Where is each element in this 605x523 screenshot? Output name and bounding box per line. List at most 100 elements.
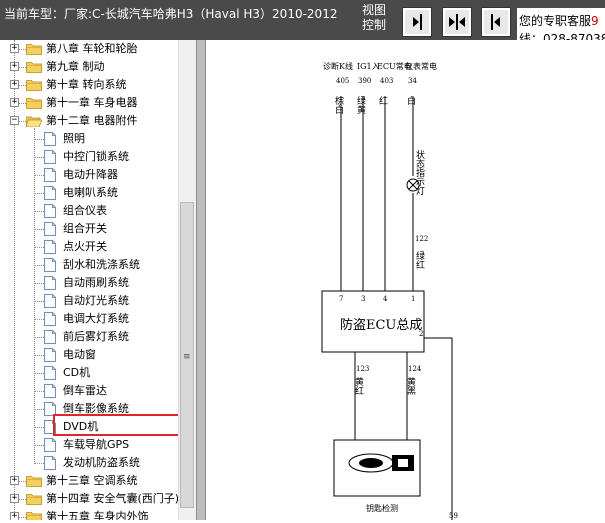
tree-chapter[interactable]: + 第十三章 空调系统 xyxy=(0,472,180,490)
tree-item[interactable]: 组合仪表 xyxy=(0,202,180,220)
nav-prev-button[interactable] xyxy=(481,7,511,37)
tree-connector xyxy=(34,211,44,212)
tree-connector xyxy=(34,409,44,410)
tree-chapter[interactable]: + 第十一章 车身电器 xyxy=(0,94,180,112)
tree-item[interactable]: 电调大灯系统 xyxy=(0,310,180,328)
expand-icon[interactable]: + xyxy=(10,494,19,503)
expand-icon[interactable]: + xyxy=(10,44,19,53)
wire-color-4: 白 xyxy=(405,95,415,105)
tree-connector xyxy=(34,355,44,356)
tree-item-label: CD机 xyxy=(63,366,91,379)
document-icon xyxy=(44,132,56,146)
wire-id-403: 403 xyxy=(380,77,393,85)
folder-icon xyxy=(26,475,42,487)
wire-id-124: 124 xyxy=(408,365,422,373)
folder-open-icon xyxy=(25,115,43,128)
document-icon xyxy=(44,312,56,326)
nav-next-button[interactable] xyxy=(402,7,432,37)
tree-connector xyxy=(34,337,44,338)
document-icon xyxy=(44,168,56,182)
document-icon xyxy=(44,384,56,398)
current-car-model: 当前车型：厂家:C-长城汽车哈弗H3（Haval H3）2010-2012 xyxy=(4,7,338,21)
tree-item-label: 刮水和洗涤系统 xyxy=(63,258,140,271)
tree-item[interactable]: 组合开关 xyxy=(0,220,180,238)
expand-icon[interactable]: + xyxy=(10,80,19,89)
wire-color-1: 棕白 xyxy=(333,95,344,114)
ecu-title: 防盗ECU总成 xyxy=(340,317,422,333)
tree-connector xyxy=(34,157,44,158)
tree-chapter-label: 第十一章 车身电器 xyxy=(46,96,138,109)
tree-item-label: 自动灯光系统 xyxy=(63,294,129,307)
ecu-pin-4: 4 xyxy=(383,295,388,303)
tree-item-label: 照明 xyxy=(63,132,85,145)
tree-item[interactable]: 点火开关 xyxy=(0,238,180,256)
tree-item[interactable]: 电喇叭系统 xyxy=(0,184,180,202)
tree-connector xyxy=(34,193,44,194)
pin-59: 59 xyxy=(449,512,458,520)
tree-connector xyxy=(34,373,44,374)
tree-connector xyxy=(34,427,44,428)
panel-splitter[interactable] xyxy=(196,40,206,520)
document-icon xyxy=(44,186,56,200)
tree-chapter[interactable]: + 第九章 制动 xyxy=(0,58,180,76)
tree-connector xyxy=(34,175,44,176)
tree-item[interactable]: 自动雨刷系统 xyxy=(0,274,180,292)
tree-item-label: 前后雾灯系统 xyxy=(63,330,129,343)
view-control-label: 视图控制 xyxy=(362,3,387,32)
status-lamp-label: 状态指示灯 xyxy=(414,149,425,196)
tree-connector xyxy=(34,463,44,464)
tree-scrollbar[interactable]: ≡ xyxy=(178,40,196,520)
wire-color-124: 黄黑 xyxy=(405,376,416,396)
service-title: 您的专职客服 xyxy=(519,14,592,28)
customer-service-panel: 您的专职客服9 线：028-87038 xyxy=(517,8,605,40)
service-accent: 9 xyxy=(591,14,599,28)
arrow-right-icon xyxy=(413,14,422,30)
expand-icon[interactable]: + xyxy=(10,476,19,485)
tree-chapter-label: 第十四章 安全气囊(西门子) xyxy=(46,492,180,505)
ecu-pin-7: 7 xyxy=(339,295,343,303)
tree-item[interactable]: 倒车雷达 xyxy=(0,382,180,400)
tree-item-label: 电喇叭系统 xyxy=(63,186,118,199)
tree-connector xyxy=(34,283,44,284)
chapter-tree: + 第八章 车轮和轮胎 + 第九章 制动 + 第十章 转向系统 + 第十一章 车身电器 − 第十二… xyxy=(0,40,196,520)
ecu-pin-2: 2 xyxy=(419,330,423,338)
tree-item[interactable]: CD机 xyxy=(0,364,180,382)
expand-icon[interactable]: + xyxy=(10,98,19,107)
tree-item[interactable]: 电动窗 xyxy=(0,346,180,364)
wiring-diagram-svg: 诊断K线 IG1入 ECU常电 仪表常电 405 390 403 34 棕白 绿… xyxy=(321,61,458,520)
lamp-wire-color: 绿红 xyxy=(414,250,425,269)
key-detect-label: 钥匙检测 xyxy=(366,503,398,513)
document-icon xyxy=(44,150,56,164)
tree-chapter-label: 第八章 车轮和轮胎 xyxy=(46,42,138,55)
tree-chapter[interactable]: − 第十二章 电器附件 xyxy=(0,112,180,130)
folder-icon xyxy=(26,43,42,55)
tree-chapter-label: 第十五章 车身内外饰 xyxy=(46,510,149,520)
ecu-pin-1: 1 xyxy=(411,295,415,303)
tree-item-label: 倒车雷达 xyxy=(63,384,107,397)
tree-chapter[interactable]: + 第十四章 安全气囊(西门子) xyxy=(0,490,180,508)
tree-item[interactable]: 发动机防盗系统 xyxy=(0,454,180,472)
tree-chapter-label: 第十三章 空调系统 xyxy=(46,474,138,487)
expand-icon[interactable]: + xyxy=(10,512,19,520)
tree-chapter[interactable]: + 第十章 转向系统 xyxy=(0,76,180,94)
header-diag-k-line: 诊断K线 xyxy=(323,61,353,71)
tree-item[interactable]: 刮水和洗涤系统 xyxy=(0,256,180,274)
expand-icon[interactable]: + xyxy=(10,62,19,71)
folder-icon xyxy=(26,97,42,109)
tree-chapter[interactable]: + 第十五章 车身内外饰 xyxy=(0,508,180,520)
top-bar: 当前车型：厂家:C-长城汽车哈弗H3（Haval H3）2010-2012 视图… xyxy=(0,0,605,40)
tree-item[interactable]: 照明 xyxy=(0,130,180,148)
wire-id-34: 34 xyxy=(408,77,417,85)
tree-chapter[interactable]: + 第八章 车轮和轮胎 xyxy=(0,40,180,58)
wire-color-3: 红 xyxy=(377,95,388,105)
tree-connector xyxy=(34,301,44,302)
tree-item[interactable]: 电动升降器 xyxy=(0,166,180,184)
tree-item[interactable]: 中控门锁系统 xyxy=(0,148,180,166)
document-icon xyxy=(44,330,56,344)
tree-item[interactable]: 自动灯光系统 xyxy=(0,292,180,310)
document-icon xyxy=(44,276,56,290)
tree-item[interactable]: 前后雾灯系统 xyxy=(0,328,180,346)
collapse-icon[interactable]: − xyxy=(10,116,19,125)
nav-split-button[interactable] xyxy=(442,7,472,37)
tree-item[interactable]: 车载导航GPS xyxy=(0,436,180,454)
